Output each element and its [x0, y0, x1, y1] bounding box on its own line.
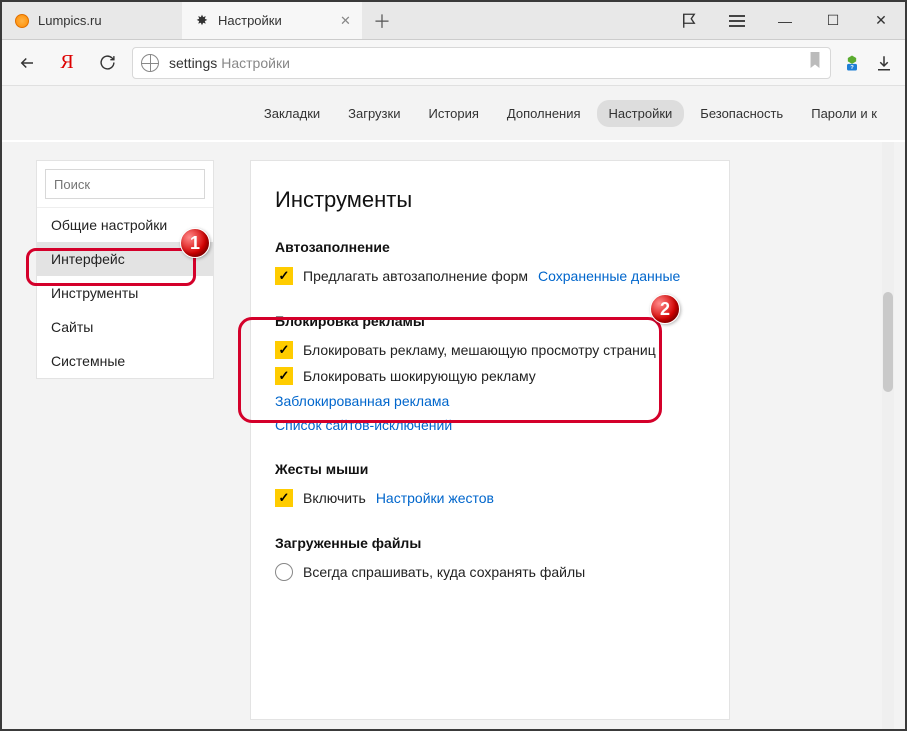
sidebar-item-system[interactable]: Системные — [37, 344, 213, 378]
svg-text:?: ? — [850, 64, 854, 70]
browser-tab-settings[interactable]: ✸ Настройки ✕ — [182, 2, 362, 39]
autofill-label: Предлагать автозаполнение форм — [303, 268, 528, 284]
close-window-icon[interactable]: ✕ — [857, 2, 905, 39]
scrollbar-thumb[interactable] — [883, 292, 893, 392]
gestures-heading: Жесты мыши — [275, 461, 705, 477]
globe-icon — [141, 54, 159, 72]
menu-icon[interactable] — [713, 2, 761, 39]
scrollbar-track[interactable] — [882, 142, 894, 729]
browser-tabs-bar: Lumpics.ru ✸ Настройки ✕ ＋ — ☐ ✕ — [2, 2, 905, 40]
checkbox-autofill[interactable]: ✓ — [275, 267, 293, 285]
nav-downloads[interactable]: Загрузки — [336, 100, 412, 127]
browser-toolbar: Я settingsНастройки ? — [2, 40, 905, 86]
extension-icons: ? — [841, 52, 895, 74]
radio-ask-where[interactable] — [275, 563, 293, 581]
nav-bookmarks[interactable]: Закладки — [252, 100, 332, 127]
sidebar-item-sites[interactable]: Сайты — [37, 310, 213, 344]
minimize-icon[interactable]: — — [761, 2, 809, 39]
main-panel: Инструменты Автозаполнение ✓ Предлагать … — [232, 142, 905, 729]
yandex-logo-icon[interactable]: Я — [52, 48, 82, 78]
sidebar-search — [37, 161, 213, 208]
downloads-radio-label: Всегда спрашивать, куда сохранять файлы — [303, 564, 585, 580]
back-icon[interactable] — [12, 48, 42, 78]
maximize-icon[interactable]: ☐ — [809, 2, 857, 39]
settings-panel: Инструменты Автозаполнение ✓ Предлагать … — [250, 160, 730, 720]
nav-settings[interactable]: Настройки — [597, 100, 685, 127]
nav-history[interactable]: История — [416, 100, 490, 127]
window-controls: — ☐ ✕ — [665, 2, 905, 39]
tab-title: Настройки — [218, 13, 282, 28]
reload-icon[interactable] — [92, 48, 122, 78]
annotation-box-2 — [238, 317, 662, 423]
address-text: settingsНастройки — [169, 55, 290, 71]
annotation-number-2: 2 — [650, 294, 680, 324]
orange-favicon-icon — [14, 13, 30, 29]
sidebar-wrap: Общие настройки Интерфейс Инструменты Са… — [2, 142, 232, 729]
settings-body: Общие настройки Интерфейс Инструменты Са… — [2, 142, 905, 729]
nav-addons[interactable]: Дополнения — [495, 100, 593, 127]
settings-sidebar: Общие настройки Интерфейс Инструменты Са… — [36, 160, 214, 379]
sidebar-item-tools[interactable]: Инструменты — [37, 276, 213, 310]
browser-tab-lumpics[interactable]: Lumpics.ru — [2, 2, 182, 39]
autofill-saved-link[interactable]: Сохраненные данные — [538, 268, 680, 284]
new-tab-button[interactable]: ＋ — [362, 2, 402, 39]
section-downloads: Загруженные файлы Всегда спрашивать, куд… — [275, 535, 705, 581]
nav-security[interactable]: Безопасность — [688, 100, 795, 127]
gestures-label: Включить — [303, 490, 366, 506]
settings-top-nav: Закладки Загрузки История Дополнения Нас… — [2, 86, 905, 140]
download-icon[interactable] — [873, 52, 895, 74]
addons-icon[interactable]: ? — [841, 52, 863, 74]
checkbox-gestures[interactable]: ✓ — [275, 489, 293, 507]
autofill-heading: Автозаполнение — [275, 239, 705, 255]
downloads-heading: Загруженные файлы — [275, 535, 705, 551]
gear-icon: ✸ — [194, 13, 210, 29]
bookmark-flag-icon[interactable] — [665, 2, 713, 39]
nav-passwords[interactable]: Пароли и к — [799, 100, 889, 127]
address-bar[interactable]: settingsНастройки — [132, 47, 831, 79]
close-tab-icon[interactable]: ✕ — [340, 16, 350, 26]
annotation-number-1: 1 — [180, 228, 210, 258]
bookmark-icon[interactable] — [808, 52, 822, 73]
panel-title: Инструменты — [275, 187, 705, 213]
sidebar-search-input[interactable] — [45, 169, 205, 199]
gestures-settings-link[interactable]: Настройки жестов — [376, 490, 494, 506]
section-gestures: Жесты мыши ✓ Включить Настройки жестов — [275, 461, 705, 507]
section-autofill: Автозаполнение ✓ Предлагать автозаполнен… — [275, 239, 705, 285]
tab-title: Lumpics.ru — [38, 13, 102, 28]
